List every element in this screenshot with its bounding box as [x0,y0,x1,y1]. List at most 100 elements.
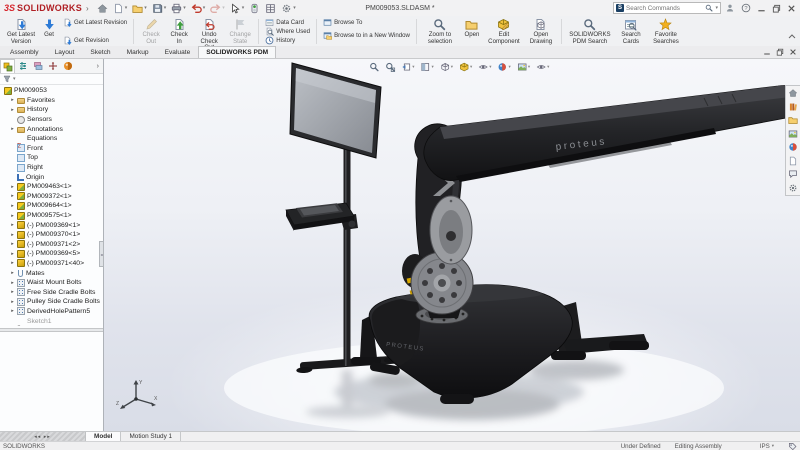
head-side-cover[interactable] [430,196,472,264]
search-input[interactable] [626,5,703,12]
search-caret-icon[interactable]: ▾ [715,5,718,11]
custom-properties-icon[interactable] [787,155,800,168]
tree-item-component[interactable]: ▸PM009372<1> [2,192,103,202]
tree-item-history[interactable]: ▸History [2,105,103,115]
dimxpertmanager-tab[interactable] [45,59,60,73]
previous-view-icon[interactable]: ▾ [400,61,415,73]
open-component-button[interactable]: Open [460,17,484,46]
undo-icon[interactable]: ▾ [189,2,208,15]
solidworks-logo[interactable]: 3S SOLIDWORKS › [4,3,89,13]
get-button[interactable]: Get [38,17,60,46]
file-properties-icon[interactable] [263,2,278,15]
model-tab[interactable]: Model [86,432,121,441]
command-search[interactable]: S ▾ [613,2,721,14]
select-cursor-icon[interactable]: ▾ [228,2,247,15]
monitor[interactable] [290,63,381,158]
doc-restore-icon[interactable] [776,48,784,56]
tree-item-right-plane[interactable]: Right [2,163,103,173]
featuremanager-tree-tab[interactable] [0,59,15,73]
panel-tabs-more-icon[interactable]: › [93,63,103,70]
save-icon[interactable]: ▾ [150,2,169,15]
tree-item-origin[interactable]: Origin [2,172,103,182]
solidworks-resources-icon[interactable] [787,87,800,100]
tab-assembly[interactable]: Assembly [2,46,47,58]
tree-item-sensors[interactable]: Sensors [2,115,103,125]
tree-item-component[interactable]: ▸(-) PM009369<1> [2,220,103,230]
keyboard-tray[interactable] [286,203,358,231]
solidworks-forum-icon[interactable] [787,168,800,181]
view-orientation-icon[interactable]: ▾ [439,61,454,73]
undo-check-out-button[interactable]: Undo Check Out [193,17,225,46]
tab-scroll-handle[interactable]: ◂◂ ▸▸ [0,432,86,441]
rebuild-icon[interactable] [247,2,262,15]
apply-scene-icon[interactable]: ▾ [516,61,531,73]
edit-component-button[interactable]: Edit Component [484,17,524,46]
search-icon[interactable] [705,4,713,12]
open-icon[interactable]: ▾ [130,2,149,15]
where-used-button[interactable]: Where Used [262,27,313,36]
tree-filter[interactable]: ▾ [0,74,103,85]
propertymanager-tab[interactable] [15,59,30,73]
units-value[interactable]: IPS [760,443,770,450]
motion-study-tab[interactable]: Motion Study 1 [121,432,181,441]
tree-item-component[interactable]: ▸(-) PM009369<5> [2,249,103,259]
file-explorer-icon[interactable] [787,114,800,127]
home-tab-icon[interactable] [787,182,800,195]
menu-expand-arrow[interactable]: › [86,4,89,13]
zoom-to-fit-icon[interactable] [368,61,380,73]
tree-item-component[interactable]: ▸PM009575<1> [2,211,103,221]
open-drawing-button[interactable]: Open Drawing [524,17,558,46]
tree-item-component[interactable]: ▸(-) PM009371<2> [2,240,103,250]
tree-item-front-plane[interactable]: Front [2,144,103,154]
configurationmanager-tab[interactable] [30,59,45,73]
doc-close-icon[interactable] [789,48,797,56]
options-gear-icon[interactable]: ▾ [279,2,298,15]
doc-minimize-icon[interactable] [763,48,771,56]
tab-solidworks-pdm[interactable]: SOLIDWORKS PDM [198,46,276,58]
tab-markup[interactable]: Markup [119,46,157,58]
tree-item-sketch[interactable]: Sketch1 [2,316,103,326]
appearances-scenes-icon[interactable] [787,141,800,154]
close-icon[interactable] [787,4,796,13]
browse-to-new-window-button[interactable]: Browse to in a New Window [320,31,413,40]
tree-item-top-plane[interactable]: Top [2,153,103,163]
check-in-button[interactable]: Check In [165,17,193,46]
tree-item-pattern[interactable]: ▸Pulley Side Cradle Bolts [2,297,103,307]
tree-item-component[interactable]: ▸PM009664<1> [2,201,103,211]
search-cards-button[interactable]: Search Cards [615,17,647,46]
zoom-to-area-icon[interactable] [384,61,396,73]
arm-beam[interactable]: proteus [424,86,800,183]
tree-root[interactable]: PM009053 [2,86,103,96]
tree-item-equations[interactable]: Equations [2,134,103,144]
tree-item-component[interactable]: ▸(-) PM009370<1> [2,230,103,240]
view-settings-icon[interactable]: ▾ [535,61,550,73]
design-library-icon[interactable] [787,101,800,114]
tree-item-component[interactable]: ▸PM009463<1> [2,182,103,192]
print-icon[interactable]: ▾ [169,2,188,15]
get-revision-button[interactable]: Get Revision [60,36,130,45]
units-caret-icon[interactable]: ▾ [772,443,774,449]
get-latest-version-button[interactable]: Get Latest Version [4,17,38,46]
hide-show-items-icon[interactable]: ▾ [477,61,492,73]
displaymanager-tab[interactable] [60,59,75,73]
restore-icon[interactable] [772,4,781,13]
filter-caret-icon[interactable]: ▾ [13,76,16,82]
ribbon-collapse-icon[interactable] [788,26,796,44]
tab-evaluate[interactable]: Evaluate [157,46,199,58]
section-view-icon[interactable]: ▾ [419,61,434,73]
zoom-to-selection-button[interactable]: Zoom to selection [420,17,460,46]
help-icon[interactable] [741,3,751,13]
favorite-searches-button[interactable]: Favorite Searches [647,17,685,46]
tab-layout[interactable]: Layout [47,46,83,58]
home-icon[interactable] [95,2,110,15]
history-button[interactable]: History [262,36,313,45]
status-tag-icon[interactable] [788,442,797,450]
tree-item-mates[interactable]: ▸Mates [2,268,103,278]
tree-item-pattern[interactable]: ▸Free Side Cradle Bolts [2,287,103,297]
tree-item-component[interactable]: ▸(-) PM009371<40> [2,259,103,269]
login-person-icon[interactable] [725,3,735,13]
tree-item-annotations[interactable]: ▸Annotations [2,124,103,134]
minimize-icon[interactable] [757,4,766,13]
browse-to-button[interactable]: Browse To [320,18,413,27]
data-card-button[interactable]: Data Card [262,18,313,27]
